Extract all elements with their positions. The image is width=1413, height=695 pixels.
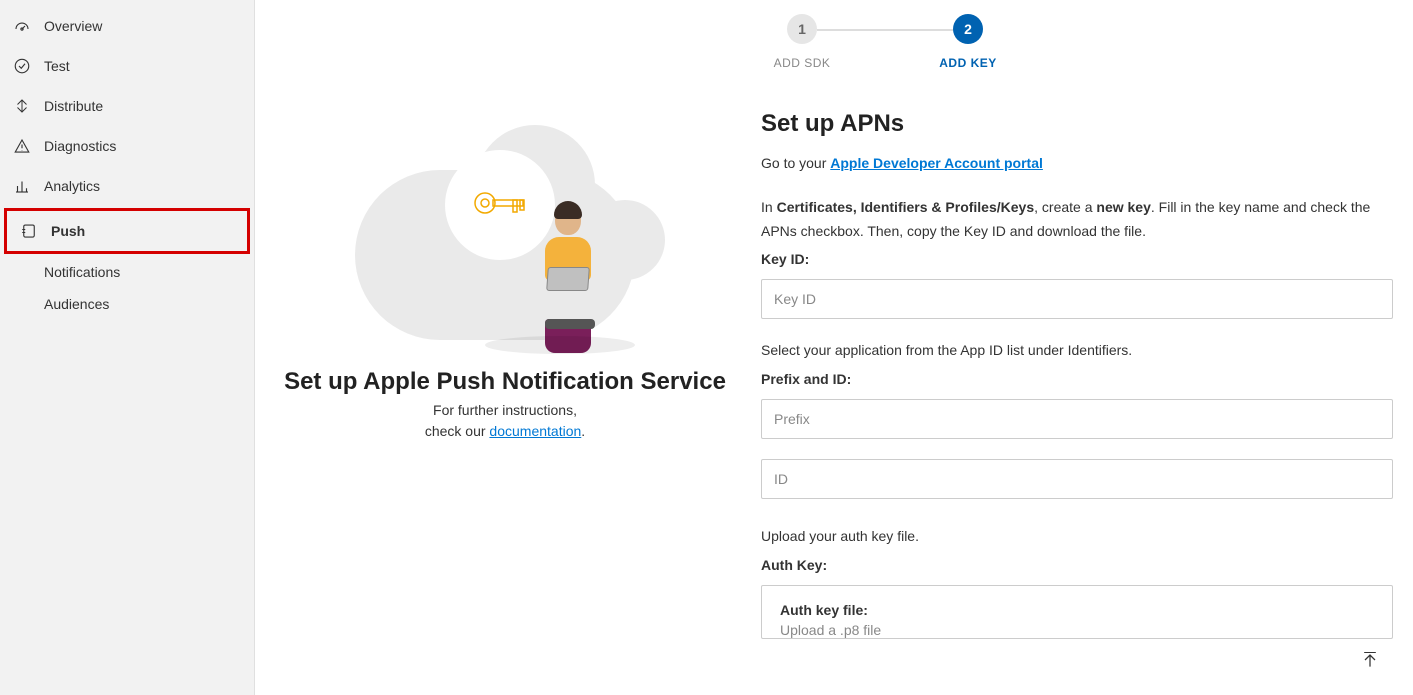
auth-key-upload-box[interactable]: Auth key file: Upload a .p8 file [761, 585, 1393, 639]
distribute-icon [12, 96, 32, 116]
key-icon [473, 183, 527, 228]
step-label: ADD KEY [939, 56, 997, 70]
step-add-key[interactable]: 2 ADD KEY [933, 14, 1003, 70]
main-content: Set up Apple Push Notification Service F… [255, 0, 1413, 695]
sidebar-item-analytics[interactable]: Analytics [0, 166, 254, 206]
sidebar-item-push[interactable]: Push [7, 211, 247, 251]
appid-instruction: Select your application from the App ID … [761, 339, 1393, 363]
push-icon [19, 221, 39, 241]
warning-icon [12, 136, 32, 156]
sidebar-item-label: Test [44, 58, 70, 74]
setup-title: Set up Apple Push Notification Service [284, 368, 726, 396]
sidebar-subitem-audiences[interactable]: Audiences [0, 288, 254, 320]
step-add-sdk[interactable]: 1 ADD SDK [767, 14, 837, 70]
sidebar-item-diagnostics[interactable]: Diagnostics [0, 126, 254, 166]
prefix-input[interactable] [761, 399, 1393, 439]
sidebar: Overview Test Distribute Diagnostics Ana… [0, 0, 255, 695]
stepper: 1 ADD SDK 2 ADD KEY [767, 14, 1393, 70]
step-label: ADD SDK [774, 56, 831, 70]
sidebar-item-test[interactable]: Test [0, 46, 254, 86]
authkey-label: Auth Key: [761, 557, 1393, 573]
sidebar-item-label: Distribute [44, 98, 103, 114]
sidebar-subitem-label: Notifications [44, 264, 120, 280]
sidebar-subitem-label: Audiences [44, 296, 109, 312]
gauge-icon [12, 16, 32, 36]
stepper-connector [817, 29, 957, 31]
upload-instruction: Upload your auth key file. [761, 525, 1393, 549]
step-number: 1 [787, 14, 817, 44]
prefixid-label: Prefix and ID: [761, 371, 1393, 387]
check-circle-icon [12, 56, 32, 76]
sidebar-item-label: Push [51, 223, 85, 239]
keyid-label: Key ID: [761, 251, 1393, 267]
apns-illustration [335, 120, 675, 350]
setup-illustration-column: Set up Apple Push Notification Service F… [255, 0, 755, 695]
keyid-input[interactable] [761, 279, 1393, 319]
sidebar-item-label: Analytics [44, 178, 100, 194]
setup-subtitle: For further instructions, check our docu… [425, 400, 585, 442]
bar-chart-icon [12, 176, 32, 196]
scroll-to-top-button[interactable] [1355, 645, 1385, 675]
person-illustration [545, 205, 591, 353]
highlighted-sidebar-item: Push [4, 208, 250, 254]
apple-developer-link[interactable]: Apple Developer Account portal [830, 155, 1043, 171]
sidebar-item-label: Overview [44, 18, 102, 34]
setup-form-column: 1 ADD SDK 2 ADD KEY Set up APNs Go to yo… [755, 0, 1413, 695]
id-input[interactable] [761, 459, 1393, 499]
sidebar-subitem-notifications[interactable]: Notifications [0, 256, 254, 288]
documentation-link[interactable]: documentation [489, 423, 581, 439]
intro-paragraph: Go to your Apple Developer Account porta… [761, 152, 1393, 176]
step-number: 2 [953, 14, 983, 44]
sidebar-item-distribute[interactable]: Distribute [0, 86, 254, 126]
sidebar-item-label: Diagnostics [44, 138, 116, 154]
sidebar-item-overview[interactable]: Overview [0, 6, 254, 46]
upload-box-subtitle: Upload a .p8 file [780, 622, 1374, 638]
form-heading: Set up APNs [761, 110, 1393, 138]
instructions-paragraph: In Certificates, Identifiers & Profiles/… [761, 196, 1393, 244]
upload-box-title: Auth key file: [780, 602, 1374, 618]
